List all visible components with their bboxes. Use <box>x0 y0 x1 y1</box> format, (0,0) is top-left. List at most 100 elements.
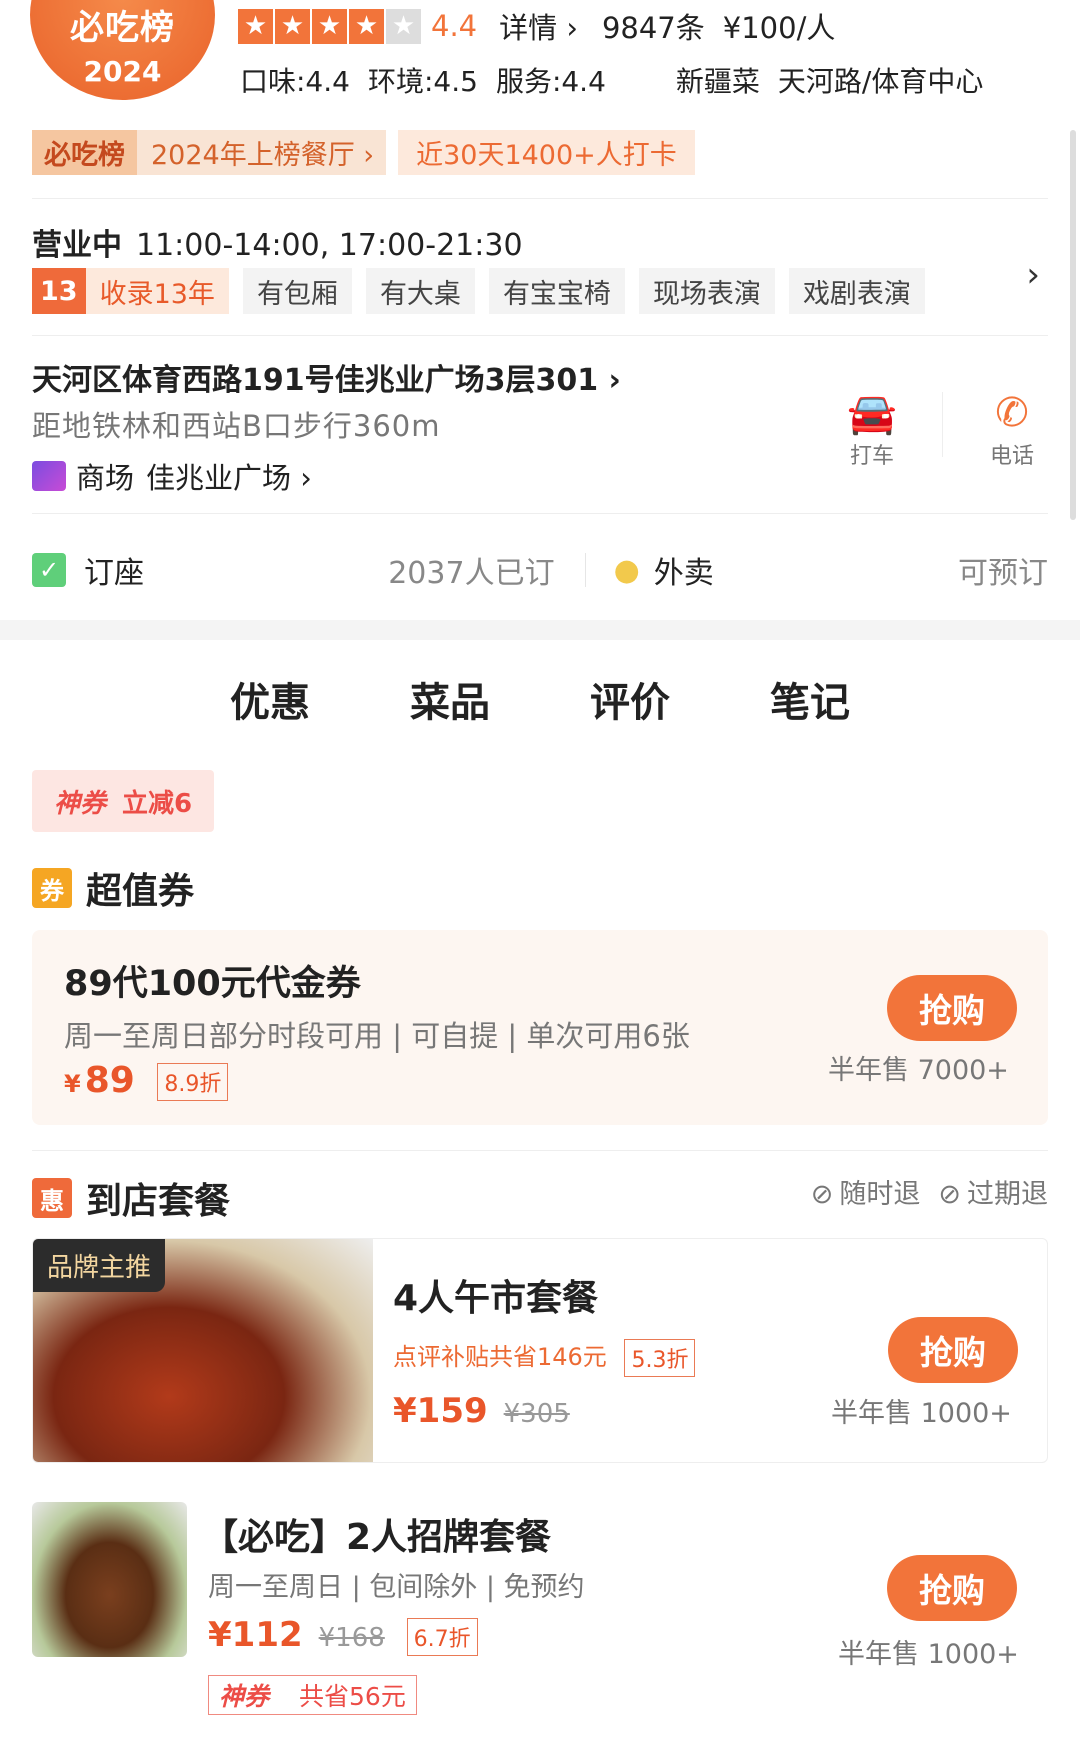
refund-anytime: 随时退 <box>811 1172 920 1211</box>
checkmark-icon: ✓ <box>32 553 66 587</box>
deal-icon: 惠 <box>32 1178 72 1218</box>
open-status: 营业中 <box>32 228 122 263</box>
ranking-list-link[interactable]: 2024年上榜餐厅 › <box>137 133 386 172</box>
feature-tag: 有大桌 <box>365 268 475 314</box>
badge-year: 2024 <box>83 55 162 88</box>
deal-buy-button[interactable]: 抢购 <box>887 1555 1017 1621</box>
takeout-status: 可预订 <box>957 556 1048 591</box>
voucher-section-title: 券 超值券 <box>32 862 194 914</box>
voucher-title: 89代100元代金券 <box>64 964 361 1004</box>
scrollbar[interactable] <box>1070 130 1076 520</box>
voucher-card[interactable]: 89代100元代金券 周一至周日部分时段可用 | 可自提 | 单次可用6张 ¥8… <box>32 930 1048 1125</box>
discount-badge: 8.9折 <box>157 1063 229 1101</box>
deal-price: ¥112 ¥168 6.7折 <box>208 1615 478 1656</box>
super-coupon-value: 立减6 <box>121 788 193 819</box>
mall-link[interactable]: 商场 佳兆业广场 › <box>32 455 312 497</box>
taxi-button[interactable]: 🚘 打车 <box>822 390 922 470</box>
years-label: 收录13年 <box>99 278 215 310</box>
divider <box>32 513 1048 514</box>
discount-badge: 5.3折 <box>624 1339 696 1377</box>
currency-symbol: ¥ <box>64 1070 81 1098</box>
section-gap <box>0 620 1080 640</box>
voucher-price: ¥89 8.9折 <box>64 1060 229 1101</box>
address-link[interactable]: 天河区体育西路191号佳兆业广场3层301 › <box>32 355 621 399</box>
booked-count: 2037人已订 <box>388 556 555 591</box>
refund-expired: 过期退 <box>938 1172 1048 1211</box>
voucher-desc: 周一至周日部分时段可用 | 可自提 | 单次可用6张 <box>64 1019 690 1053</box>
takeout-label[interactable]: 外卖 <box>654 548 714 592</box>
phone-button[interactable]: ✆ 电话 <box>962 390 1062 470</box>
deal-price: ¥159 ¥305 <box>393 1391 570 1431</box>
tab-deals[interactable]: 优惠 <box>180 670 360 734</box>
rating-detail-link[interactable]: 详情 › <box>499 5 578 47</box>
deal-price-value: ¥159 <box>393 1391 488 1431</box>
feature-tag: 有宝宝椅 <box>488 268 625 314</box>
mall-name: 佳兆业广场 › <box>146 461 312 495</box>
phone-label: 电话 <box>989 444 1034 469</box>
voucher-price-value: 89 <box>84 1060 135 1101</box>
service-score: 服务:4.4 <box>495 65 606 98</box>
ranking-list-tag[interactable]: 必吃榜 2024年上榜餐厅 › <box>32 130 387 175</box>
star-icon: ★ <box>238 8 273 44</box>
refund-policy: 随时退 过期退 <box>811 1172 1048 1211</box>
voucher-sold-count: 半年售 7000+ <box>828 1055 1009 1086</box>
taxi-label: 打车 <box>849 444 894 469</box>
must-eat-badge: 必吃榜 2024 <box>30 0 215 100</box>
original-price: ¥305 <box>503 1399 570 1429</box>
divider <box>32 198 1048 199</box>
divider <box>584 553 586 587</box>
divider <box>32 1150 1048 1151</box>
checkin-tag: 近30天1400+人打卡 <box>398 130 695 175</box>
badge-logo: 必吃榜 <box>70 8 175 48</box>
chevron-right-icon[interactable]: › <box>1026 255 1040 295</box>
package-section-label: 到店套餐 <box>86 1181 231 1222</box>
star-empty-icon: ★ <box>386 8 421 44</box>
deal-card[interactable]: 品牌主推 4人午市套餐 点评补贴共省146元 5.3折 ¥159 ¥305 抢购 … <box>32 1238 1048 1463</box>
hours-text: 11:00-14:00, 17:00-21:30 <box>136 228 523 263</box>
tab-dishes[interactable]: 菜品 <box>360 670 540 728</box>
star-icon: ★ <box>349 8 384 44</box>
ranking-logo: 必吃榜 <box>32 130 137 175</box>
deal-photo[interactable] <box>32 1502 187 1657</box>
star-icon: ★ <box>275 8 310 44</box>
original-price: ¥168 <box>318 1623 385 1653</box>
area-label: 天河路/体育中心 <box>777 65 984 98</box>
voucher-buy-button[interactable]: 抢购 <box>887 975 1017 1041</box>
deal-title: 4人午市套餐 <box>393 1278 599 1319</box>
price-per-person: ¥100/人 <box>722 11 836 45</box>
mall-label: 商场 <box>76 461 135 495</box>
super-coupon-saving-tag: 神券 共省56元 <box>208 1675 417 1715</box>
subsidy-text: 点评补贴共省146元 <box>393 1343 607 1371</box>
discount-badge: 6.7折 <box>406 1617 478 1656</box>
feature-tag: 有包厢 <box>242 268 352 314</box>
review-count[interactable]: 9847条 <box>602 5 705 47</box>
phone-icon: ✆ <box>995 390 1029 436</box>
divider <box>32 335 1048 336</box>
deal-sold-count: 半年售 1000+ <box>838 1639 1019 1670</box>
seat-booking-label[interactable]: 订座 <box>84 548 144 592</box>
star-rating: ★ ★ ★ ★ ★ <box>238 8 421 44</box>
tab-notes[interactable]: 笔记 <box>720 670 900 728</box>
voucher-section-label: 超值券 <box>86 871 195 912</box>
saving-text: 共省56元 <box>299 1682 406 1711</box>
service-row: ✓ 订座 2037人已订 ● 外卖 可预订 <box>32 545 1048 595</box>
deal-buy-button[interactable]: 抢购 <box>888 1317 1018 1383</box>
content-tabs: 优惠 菜品 评价 笔记 <box>0 670 1080 734</box>
car-icon: 🚘 <box>847 391 897 437</box>
deal-sold-count: 半年售 1000+ <box>831 1398 1012 1429</box>
mall-icon <box>32 461 66 491</box>
super-coupon-chip[interactable]: 神券 立减6 <box>32 770 214 832</box>
tab-reviews[interactable]: 评价 <box>540 670 720 728</box>
deal-desc: 周一至周日 | 包间除外 | 免预约 <box>208 1572 585 1603</box>
sub-scores: 口味:4.4 环境:4.5 服务:4.4 新疆菜 天河路/体育中心 <box>240 60 1001 100</box>
business-hours[interactable]: 营业中 11:00-14:00, 17:00-21:30 <box>32 220 523 264</box>
rating-row: ★ ★ ★ ★ ★ 4.4 详情 › 9847条 ¥100/人 <box>238 6 835 46</box>
package-section-title: 惠 到店套餐 <box>32 1172 230 1224</box>
feature-tag: 戏剧表演 <box>788 268 925 314</box>
cuisine-label: 新疆菜 <box>675 65 760 98</box>
rating-score: 4.4 <box>431 9 478 43</box>
feature-tags: 13 收录13年 有包厢 有大桌 有宝宝椅 现场表演 戏剧表演 <box>32 268 925 314</box>
years-listed-tag: 13 收录13年 <box>32 268 229 314</box>
feature-tag: 现场表演 <box>638 268 775 314</box>
deal-title[interactable]: 【必吃】2人招牌套餐 <box>202 1508 551 1560</box>
